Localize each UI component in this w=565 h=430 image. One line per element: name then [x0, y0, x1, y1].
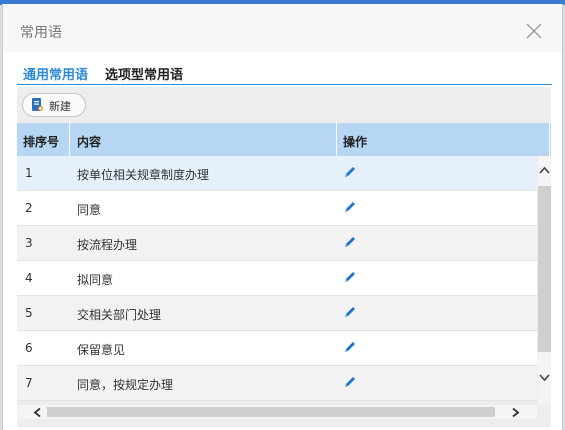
- table-row[interactable]: 2 同意: [17, 191, 537, 226]
- new-button[interactable]: 新建: [22, 93, 86, 117]
- row-content: 拟同意: [77, 273, 114, 287]
- edit-icon[interactable]: [343, 270, 357, 284]
- vertical-scrollbar[interactable]: [538, 156, 551, 405]
- edit-icon[interactable]: [343, 305, 357, 319]
- row-content: 保留意见: [77, 343, 126, 357]
- close-icon[interactable]: [524, 21, 544, 41]
- scroll-up-icon[interactable]: [539, 166, 550, 174]
- scroll-down-icon[interactable]: [539, 374, 550, 382]
- column-divider: [69, 123, 70, 156]
- row-order-number: 7: [25, 376, 33, 390]
- table-body: 1 按单位相关规章制度办理 2 同意 3 按流程办理 4 拟同意 5 交相关部门…: [17, 156, 537, 405]
- table-row[interactable]: 3 按流程办理: [17, 226, 537, 261]
- row-order-number: 3: [25, 236, 33, 250]
- horizontal-scrollbar[interactable]: [17, 405, 537, 419]
- column-divider: [336, 123, 337, 156]
- row-order-number: 1: [25, 166, 33, 180]
- row-order-number: 4: [25, 271, 33, 285]
- edit-icon[interactable]: [343, 375, 357, 389]
- tab-general-phrases[interactable]: 通用常用语: [23, 64, 89, 89]
- dialog-titlebar: 常用语: [3, 4, 562, 52]
- row-content: 按流程办理: [77, 238, 138, 252]
- table-row[interactable]: 4 拟同意: [17, 261, 537, 296]
- tab-bar: 通用常用语 选项型常用语: [17, 56, 552, 89]
- edit-icon[interactable]: [343, 235, 357, 249]
- row-content: 同意，按规定办理: [77, 378, 174, 392]
- edit-icon[interactable]: [343, 340, 357, 354]
- table-row[interactable]: 5 交相关部门处理: [17, 296, 537, 331]
- row-content: 交相关部门处理: [77, 308, 162, 322]
- table-row[interactable]: 7 同意，按规定办理: [17, 366, 537, 401]
- new-button-label: 新建: [49, 100, 71, 113]
- edit-icon[interactable]: [343, 200, 357, 214]
- column-header-content[interactable]: 内容: [77, 133, 101, 150]
- horizontal-scroll-thumb[interactable]: [47, 407, 495, 417]
- dialog-title: 常用语: [20, 25, 62, 41]
- table-row[interactable]: 1 按单位相关规章制度办理: [17, 156, 537, 191]
- tab-option-phrases[interactable]: 选项型常用语: [105, 64, 183, 83]
- row-content: 同意: [77, 203, 102, 217]
- column-divider: [549, 123, 550, 156]
- edit-icon[interactable]: [343, 165, 357, 179]
- row-order-number: 6: [25, 341, 33, 355]
- common-phrases-dialog: 常用语 通用常用语 选项型常用语 新建 排序号 内容 操作 1 按单位相关规章制…: [2, 4, 563, 430]
- phrases-panel: 新建 排序号 内容 操作 1 按单位相关规章制度办理 2 同意 3 按流程办理 …: [17, 87, 551, 427]
- vertical-scroll-thumb[interactable]: [538, 186, 551, 352]
- column-header-action[interactable]: 操作: [343, 133, 367, 150]
- table-row[interactable]: 6 保留意见: [17, 331, 537, 366]
- scroll-right-icon[interactable]: [512, 408, 520, 417]
- table-header: 排序号 内容 操作: [17, 123, 551, 156]
- column-header-order[interactable]: 排序号: [23, 133, 59, 150]
- row-content: 按单位相关规章制度办理: [77, 168, 210, 182]
- new-document-icon: [32, 98, 43, 111]
- row-order-number: 5: [25, 306, 33, 320]
- scroll-left-icon[interactable]: [33, 408, 41, 417]
- row-order-number: 2: [25, 201, 33, 215]
